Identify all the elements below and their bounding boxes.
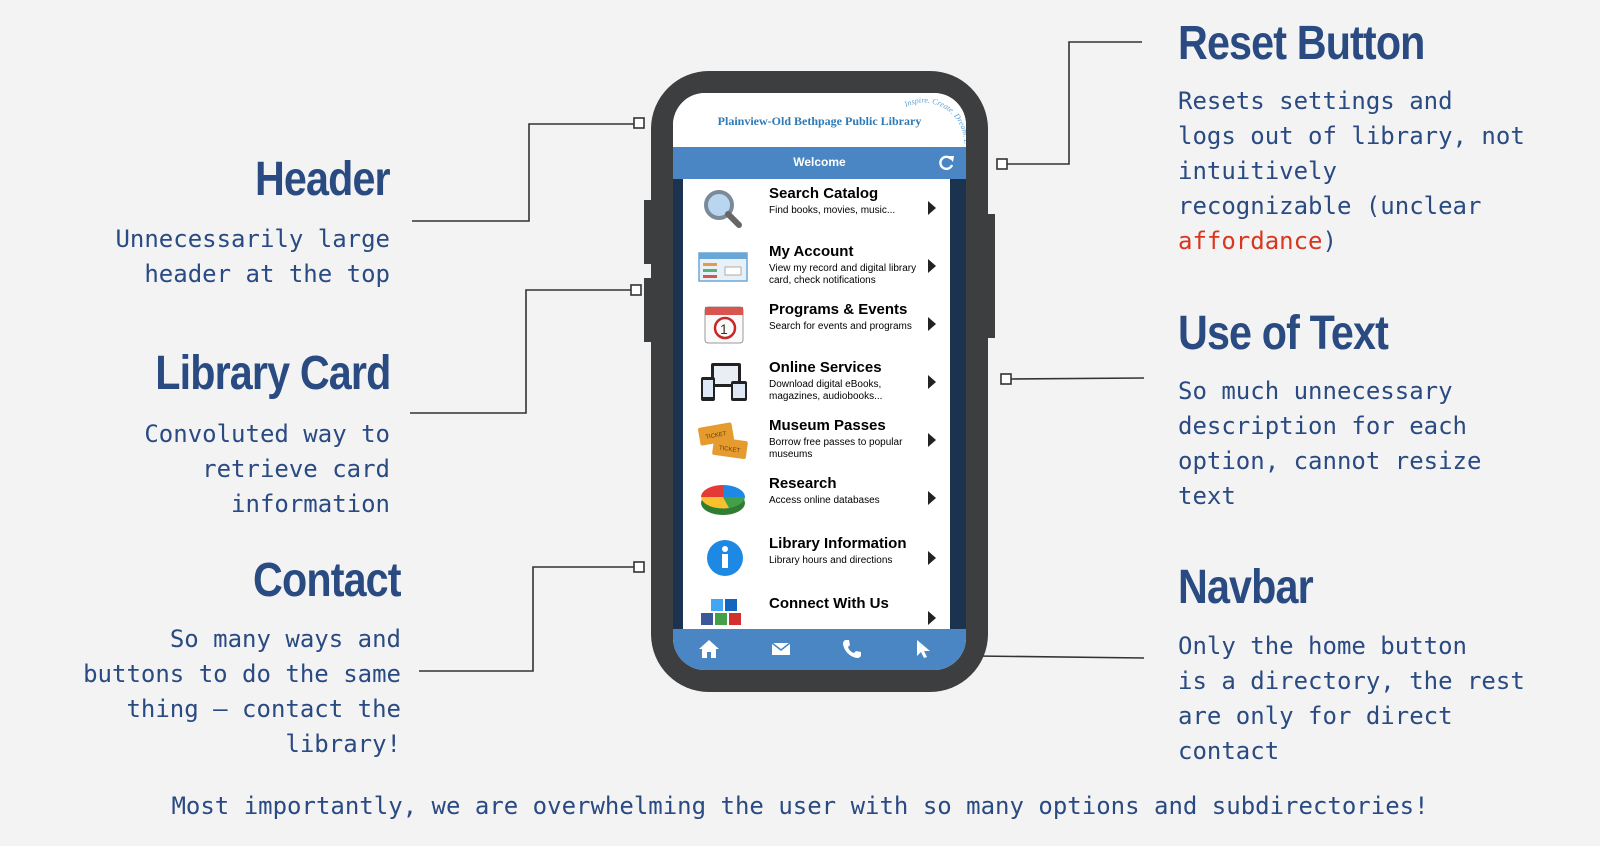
- chevron-right-icon: [928, 491, 936, 505]
- svg-text:1: 1: [720, 321, 728, 337]
- header-annotation-desc: Unnecessarily large header at the top: [115, 225, 390, 288]
- mail-icon[interactable]: [769, 637, 793, 661]
- menu-item-research[interactable]: Research Access online databases: [683, 469, 950, 527]
- navbar-annotation-title: Navbar: [1178, 561, 1314, 614]
- chevron-right-icon: [928, 433, 936, 447]
- chevron-right-icon: [928, 375, 936, 389]
- refresh-icon: [939, 155, 954, 171]
- text-annotation-desc: So much unnecessary description for each…: [1178, 377, 1482, 510]
- menu-item-online-services[interactable]: Online Services Download digital eBooks,…: [683, 353, 950, 411]
- menu-item-my-account[interactable]: My Account View my record and digital li…: [683, 237, 950, 295]
- affordance-highlight: affordance: [1178, 227, 1323, 255]
- ticket-icon: TICKET TICKET: [698, 422, 748, 460]
- phone-screen: Inspire. Create. Dream. Learn. Plainview…: [673, 93, 966, 670]
- contact-annotation-desc: So many ways and buttons to do the same …: [83, 625, 401, 758]
- devices-icon: [701, 363, 747, 401]
- reset-annotation-title: Reset Button: [1178, 17, 1425, 70]
- chevron-right-icon: [928, 259, 936, 273]
- menu-item-library-information[interactable]: Library Information Library hours and di…: [683, 529, 950, 587]
- header-annotation-title: Header: [255, 153, 391, 206]
- library-card-icon: [698, 252, 748, 282]
- magnifier-icon: [704, 190, 742, 228]
- menu-area: Search Catalog Find books, movies, music…: [673, 179, 966, 629]
- contact-annotation-title: Contact: [253, 554, 401, 607]
- chevron-right-icon: [928, 201, 936, 215]
- phone-icon[interactable]: [840, 637, 864, 661]
- library-card-annotation-desc: Convoluted way to retrieve card informat…: [144, 420, 390, 518]
- welcome-label: Welcome: [793, 155, 846, 169]
- calendar-icon: 1: [704, 306, 744, 344]
- info-icon: [707, 540, 743, 576]
- app-header: Inspire. Create. Dream. Learn. Plainview…: [673, 93, 966, 147]
- menu-item-programs-events[interactable]: 1 Programs & Events Search for events an…: [683, 295, 950, 353]
- chevron-right-icon: [928, 551, 936, 565]
- reset-annotation-desc: Resets settings and logs out of library,…: [1178, 87, 1525, 255]
- library-name: Plainview-Old Bethpage Public Library: [717, 114, 922, 128]
- reset-button[interactable]: [936, 153, 956, 173]
- bottom-navbar: [673, 629, 966, 670]
- cursor-icon[interactable]: [912, 637, 936, 661]
- text-annotation-title: Use of Text: [1178, 307, 1389, 360]
- chevron-right-icon: [928, 611, 936, 625]
- welcome-bar: Welcome: [673, 147, 966, 179]
- footer-note: Most importantly, we are overwhelming th…: [171, 792, 1429, 820]
- pie-chart-icon: [701, 485, 745, 515]
- menu-list: Search Catalog Find books, movies, music…: [683, 179, 950, 629]
- home-icon[interactable]: [697, 637, 721, 661]
- library-card-annotation-title: Library Card: [154, 347, 391, 400]
- menu-item-museum-passes[interactable]: TICKET TICKET Museum Passes Borrow free …: [683, 411, 950, 469]
- chevron-right-icon: [928, 317, 936, 331]
- navbar-annotation-desc: Only the home button is a directory, the…: [1178, 632, 1525, 765]
- menu-item-search-catalog[interactable]: Search Catalog Find books, movies, music…: [683, 179, 950, 237]
